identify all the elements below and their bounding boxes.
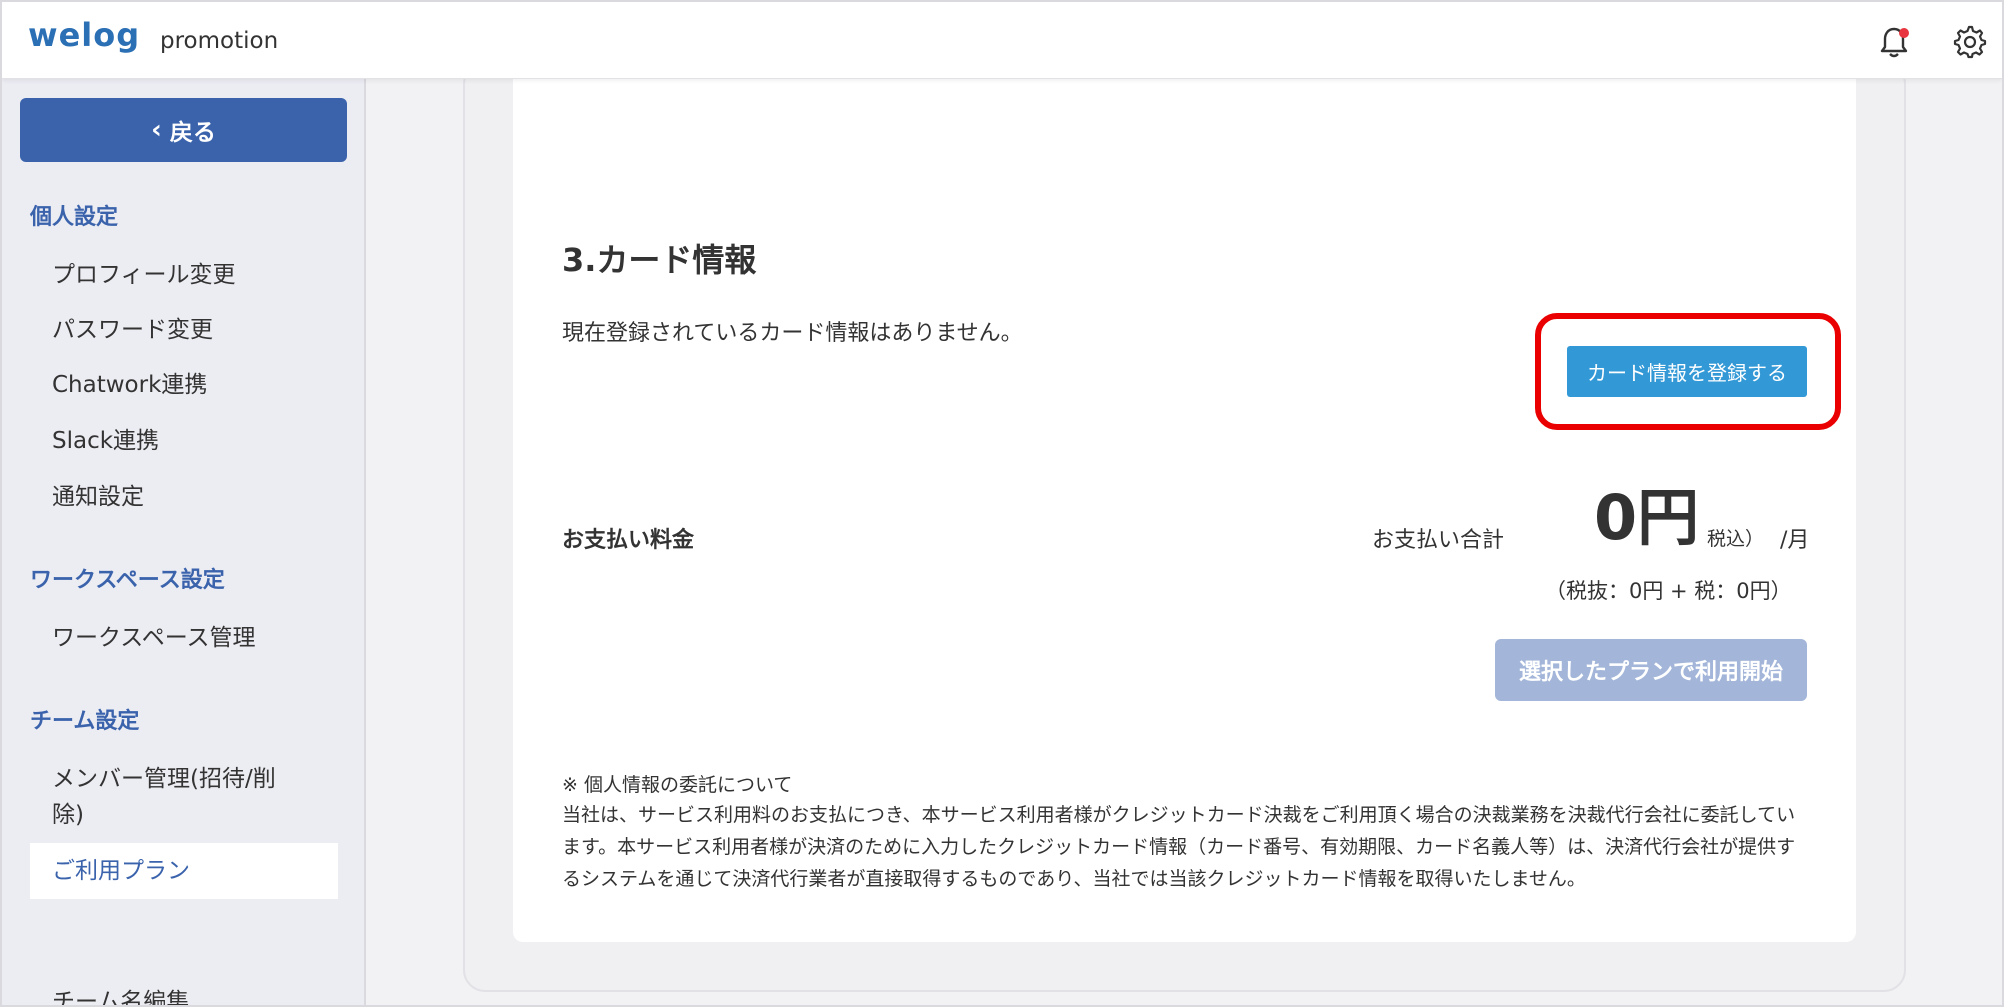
start-plan-button[interactable]: 選択したプランで利用開始 (1495, 639, 1807, 701)
register-card-button[interactable]: カード情報を登録する (1567, 346, 1807, 397)
payment-tax-label: 税込） (1707, 528, 1765, 550)
sidebar-item-slack[interactable]: Slack連携 (52, 423, 332, 459)
sidebar-item-notifications[interactable]: 通知設定 (52, 479, 332, 515)
chevron-left-icon: ‹ (151, 115, 162, 145)
card-info-title: 3.カード情報 (562, 241, 757, 279)
section-workspace-settings: ワークスペース設定 (30, 568, 225, 593)
payment-total-label: お支払い合計 (1372, 528, 1505, 553)
section-team-settings: チーム設定 (30, 709, 140, 734)
welog-logo[interactable]: welog (28, 16, 140, 54)
sidebar-item-plan[interactable]: ご利用プラン (30, 843, 338, 899)
sidebar: ‹ 戻る 個人設定 プロフィール変更 パスワード変更 Chatwork連携 Sl… (2, 79, 366, 1005)
gear-icon-svg (1953, 25, 1987, 59)
bell-icon[interactable] (1874, 22, 1914, 62)
app-window: welog promotion ‹ 戻る 個人設定 プロフィール変更 パスワード… (0, 0, 2004, 1007)
notification-dot (1899, 28, 1909, 38)
payment-label: お支払い料金 (562, 528, 695, 553)
payment-amount: 0円 (1594, 481, 1700, 554)
sidebar-item-profile[interactable]: プロフィール変更 (52, 257, 332, 293)
sidebar-item-chatwork[interactable]: Chatwork連携 (52, 367, 332, 403)
workspace-name: promotion (160, 28, 279, 54)
back-button[interactable]: ‹ 戻る (20, 98, 347, 162)
notice-title: ※ 個人情報の委託について (562, 774, 793, 796)
card-info-message: 現在登録されているカード情報はありません。 (562, 321, 1023, 346)
back-button-label: 戻る (169, 120, 216, 146)
payment-per-month: /月 (1780, 528, 1810, 553)
sidebar-item-team-name[interactable]: チーム名編集 (52, 984, 332, 1005)
sidebar-item-password[interactable]: パスワード変更 (52, 312, 332, 348)
sidebar-item-members[interactable]: メンバー管理(招待/削除) (52, 761, 302, 833)
sidebar-item-workspace-manage[interactable]: ワークスペース管理 (52, 620, 332, 656)
payment-breakdown: （税抜：0円 + 税：0円） (1545, 579, 1792, 603)
notice-body: 当社は、サービス利用料のお支払につき、本サービス利用者様がクレジットカード決裁を… (562, 804, 1796, 890)
top-header: welog promotion (2, 2, 2002, 79)
section-personal-settings: 個人設定 (30, 205, 119, 230)
gear-icon[interactable] (1950, 22, 1990, 62)
